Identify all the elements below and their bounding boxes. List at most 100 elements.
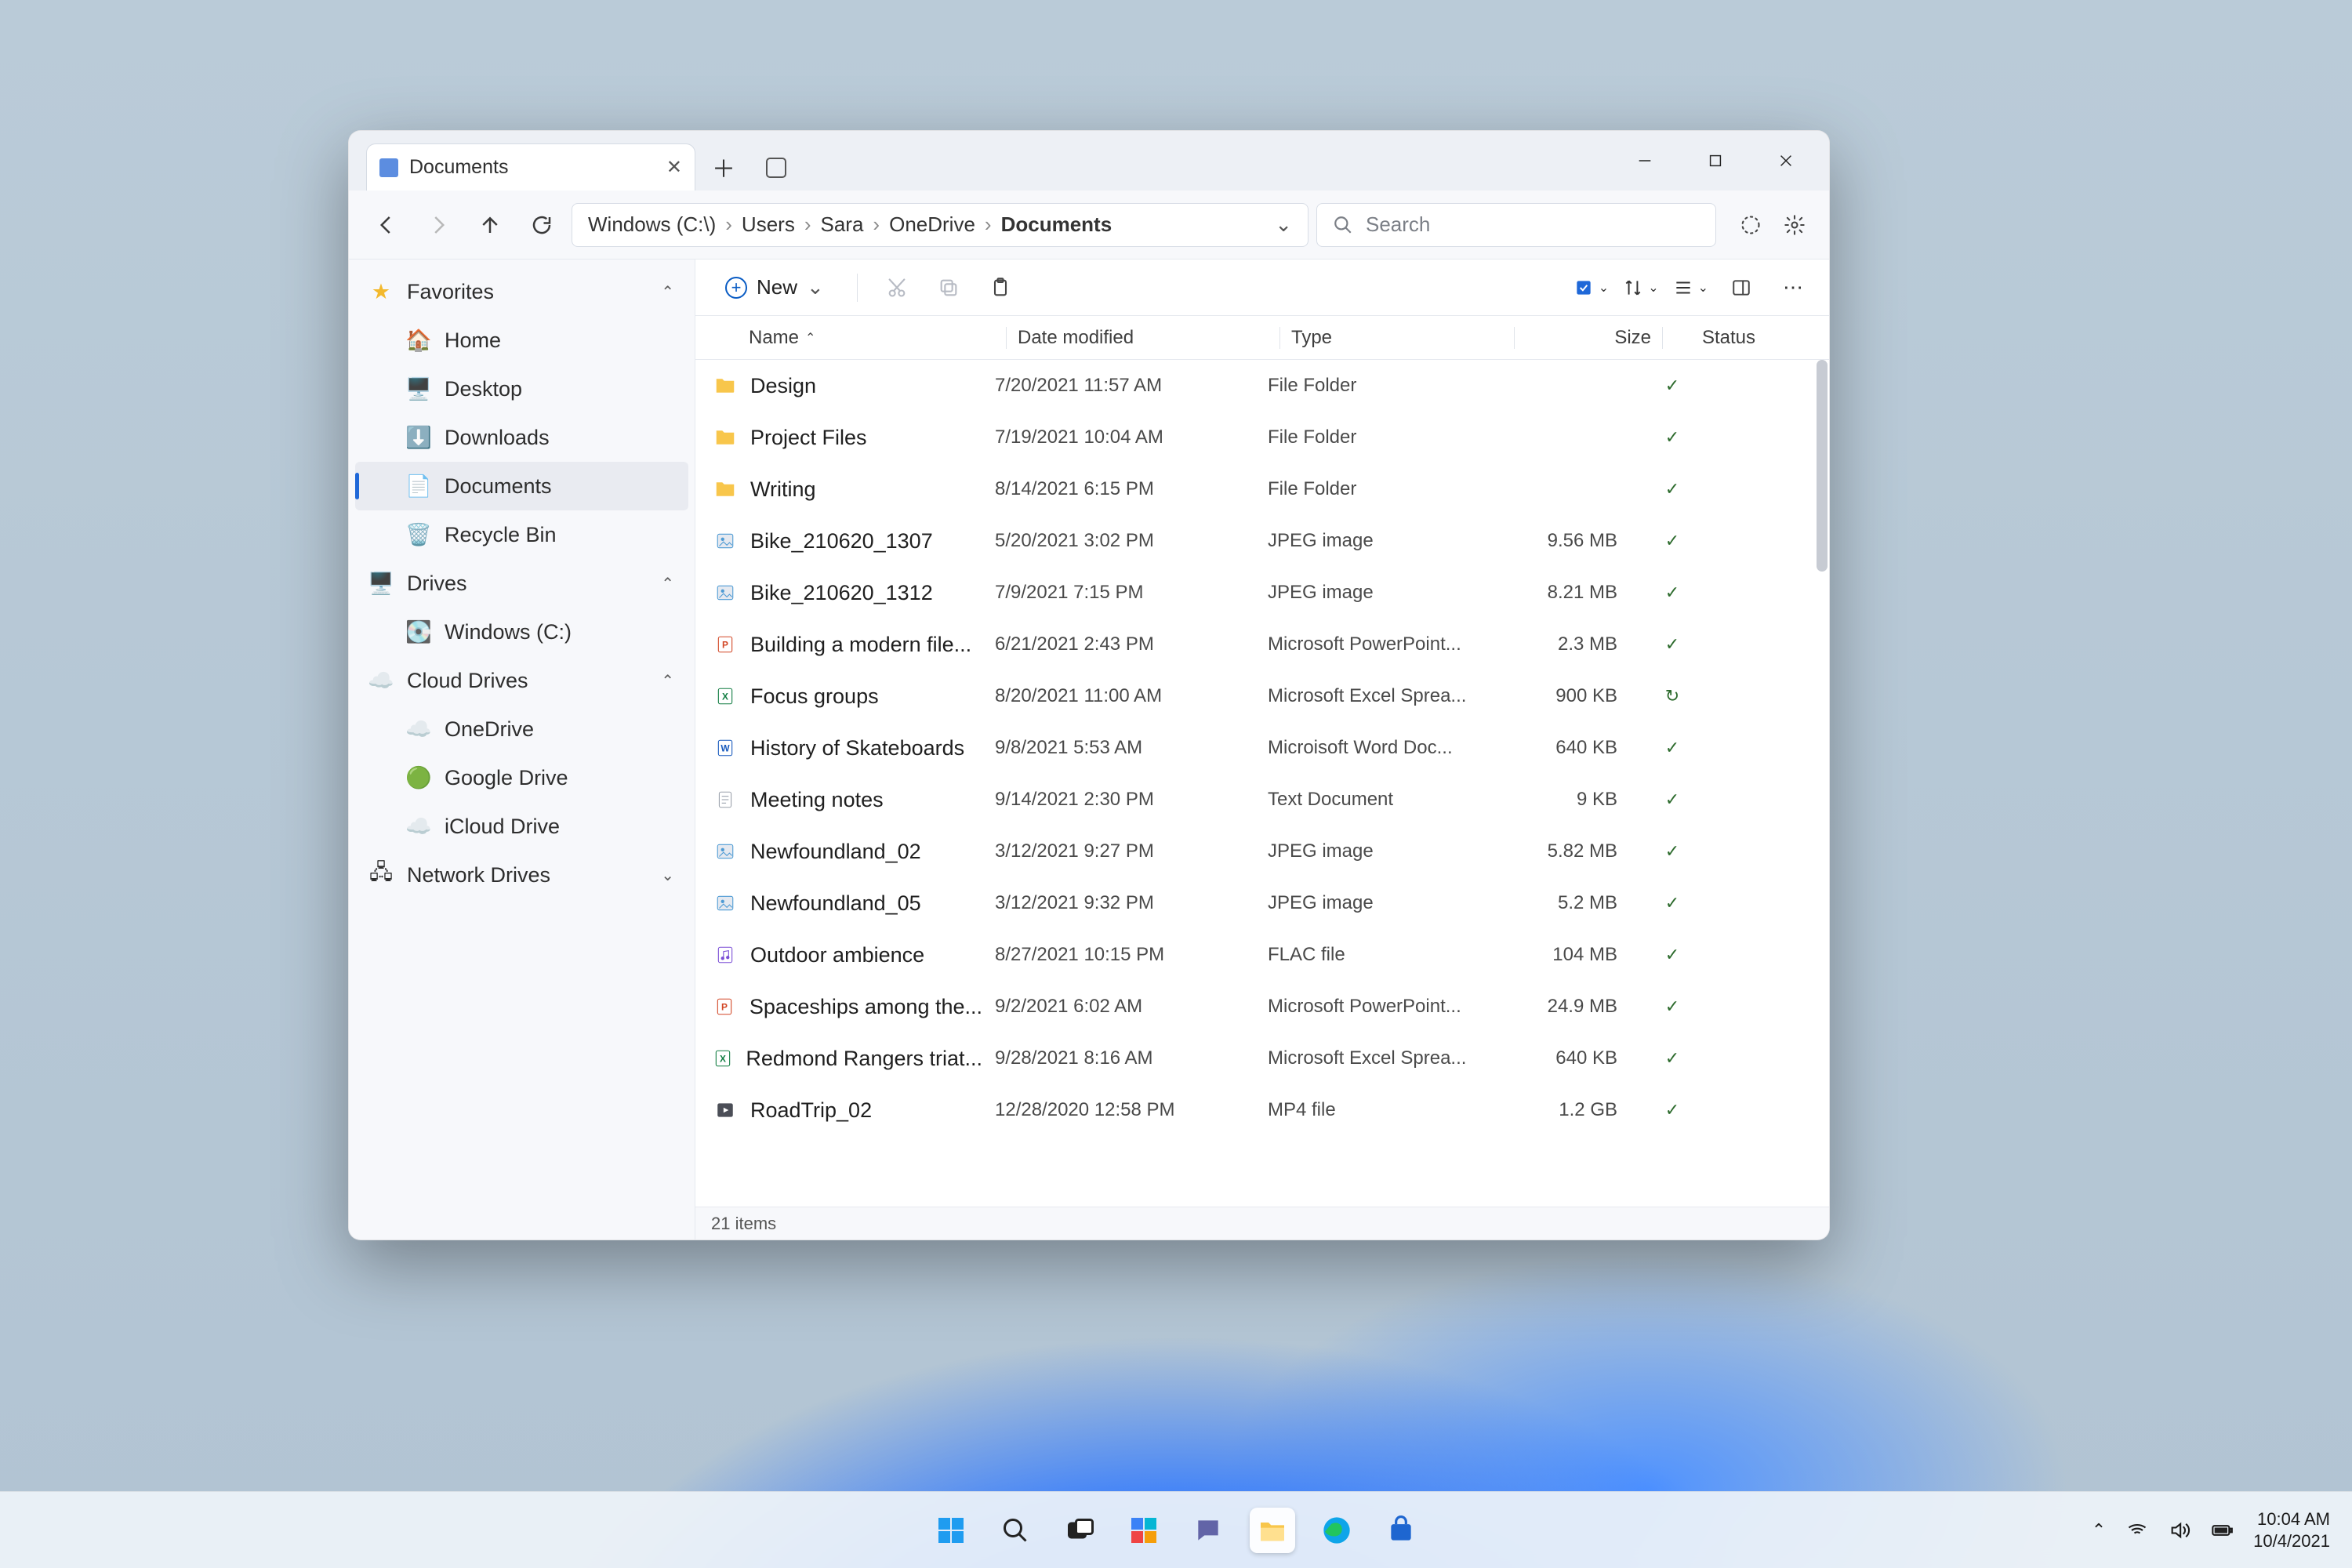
maximize-button[interactable]: [1680, 139, 1751, 183]
crumb-4[interactable]: Documents: [1001, 212, 1112, 237]
copy-button[interactable]: [930, 269, 967, 307]
file-date: 8/20/2021 11:00 AM: [995, 685, 1268, 707]
cut-button[interactable]: [878, 269, 916, 307]
sidebar-item-recycle-bin[interactable]: 🗑️Recycle Bin: [355, 510, 688, 559]
sidebar-item-downloads[interactable]: ⬇️Downloads: [355, 413, 688, 462]
image-icon: [713, 528, 738, 554]
file-row[interactable]: WHistory of Skateboards9/8/2021 5:53 AMM…: [695, 722, 1817, 774]
paste-button[interactable]: [982, 269, 1019, 307]
store-button[interactable]: [1378, 1508, 1424, 1553]
file-date: 9/2/2021 6:02 AM: [995, 996, 1268, 1018]
drive-icon: 💽: [407, 620, 430, 644]
file-row[interactable]: Design7/20/2021 11:57 AMFile Folder✓: [695, 360, 1817, 412]
new-button[interactable]: + New ⌄: [713, 269, 837, 307]
sidebar-item-desktop[interactable]: 🖥️Desktop: [355, 365, 688, 413]
file-explorer-button[interactable]: [1250, 1508, 1295, 1553]
file-row[interactable]: Bike_210620_13127/9/2021 7:15 PMJPEG ima…: [695, 567, 1817, 619]
video-icon: [713, 1098, 738, 1123]
file-row[interactable]: XRedmond Rangers triat...9/28/2021 8:16 …: [695, 1033, 1817, 1084]
loading-indicator-icon: [1732, 206, 1769, 244]
chevron-up-icon[interactable]: ⌃: [661, 574, 674, 593]
refresh-button[interactable]: [520, 203, 564, 247]
file-rows[interactable]: Design7/20/2021 11:57 AMFile Folder✓Proj…: [695, 360, 1829, 1207]
file-row[interactable]: Outdoor ambience8/27/2021 10:15 PMFLAC f…: [695, 929, 1817, 981]
sidebar-group-network[interactable]: 🖧 Network Drives ⌄: [355, 851, 688, 899]
file-type: Text Document: [1268, 789, 1492, 811]
file-name: History of Skateboards: [750, 736, 964, 760]
chevron-up-icon[interactable]: ⌃: [661, 282, 674, 302]
sidebar-item-home[interactable]: 🏠Home: [355, 316, 688, 365]
select-mode-button[interactable]: ⌄: [1573, 278, 1609, 298]
sort-button[interactable]: ⌄: [1623, 278, 1658, 298]
tab-close-button[interactable]: ✕: [666, 158, 682, 177]
col-size[interactable]: Size: [1526, 327, 1651, 349]
sidebar-item-icloud-drive[interactable]: ☁️iCloud Drive: [355, 802, 688, 851]
col-date[interactable]: Date modified: [1018, 327, 1269, 349]
crumb-0[interactable]: Windows (C:\): [588, 212, 716, 237]
file-row[interactable]: Newfoundland_023/12/2021 9:27 PMJPEG ima…: [695, 826, 1817, 877]
file-row[interactable]: PSpaceships among the...9/2/2021 6:02 AM…: [695, 981, 1817, 1033]
recycle-icon: 🗑️: [407, 523, 430, 546]
col-name[interactable]: Name⌃: [713, 327, 995, 349]
close-window-button[interactable]: [1751, 139, 1821, 183]
crumb-2[interactable]: Sara: [821, 212, 864, 237]
battery-icon[interactable]: [2211, 1519, 2233, 1541]
taskbar[interactable]: ⌃ 10:04 AM 10/4/2021: [0, 1491, 2352, 1568]
file-row[interactable]: Project Files7/19/2021 10:04 AMFile Fold…: [695, 412, 1817, 463]
col-type[interactable]: Type: [1291, 327, 1503, 349]
tab-documents[interactable]: Documents ✕: [366, 143, 695, 191]
view-button[interactable]: ⌄: [1673, 278, 1708, 298]
file-row[interactable]: Meeting notes9/14/2021 2:30 PMText Docum…: [695, 774, 1817, 826]
chat-button[interactable]: [1185, 1508, 1231, 1553]
settings-button[interactable]: [1776, 206, 1813, 244]
wifi-icon[interactable]: [2126, 1519, 2148, 1541]
widgets-button[interactable]: [1121, 1508, 1167, 1553]
forward-button[interactable]: [416, 203, 460, 247]
minimize-button[interactable]: [1610, 139, 1680, 183]
file-row[interactable]: XFocus groups8/20/2021 11:00 AMMicrosoft…: [695, 670, 1817, 722]
sidebar-item-windows-c-[interactable]: 💽Windows (C:): [355, 608, 688, 656]
task-view-button[interactable]: [1057, 1508, 1102, 1553]
system-tray[interactable]: ⌃ 10:04 AM 10/4/2021: [2092, 1492, 2330, 1568]
tray-overflow-button[interactable]: ⌃: [2092, 1520, 2106, 1541]
file-name: Bike_210620_1312: [750, 581, 933, 605]
crumb-1[interactable]: Users: [742, 212, 795, 237]
taskbar-search-button[interactable]: [993, 1508, 1038, 1553]
file-row[interactable]: Newfoundland_053/12/2021 9:32 PMJPEG ima…: [695, 877, 1817, 929]
file-row[interactable]: RoadTrip_0212/28/2020 12:58 PMMP4 file1.…: [695, 1084, 1817, 1136]
more-button[interactable]: ⋯: [1774, 269, 1812, 307]
svg-text:W: W: [720, 742, 730, 753]
new-tab-button[interactable]: ＋: [710, 153, 738, 181]
file-row[interactable]: PBuilding a modern file...6/21/2021 2:43…: [695, 619, 1817, 670]
sidebar-group-favorites[interactable]: ★ Favorites ⌃: [355, 267, 688, 316]
sidebar-item-onedrive[interactable]: ☁️OneDrive: [355, 705, 688, 753]
file-name: Project Files: [750, 426, 867, 450]
search-box[interactable]: Search: [1316, 203, 1716, 247]
chevron-up-icon[interactable]: ⌃: [661, 671, 674, 691]
file-row[interactable]: Bike_210620_13075/20/2021 3:02 PMJPEG im…: [695, 515, 1817, 567]
sidebar-group-drives[interactable]: 🖥️ Drives ⌃: [355, 559, 688, 608]
taskbar-clock[interactable]: 10:04 AM 10/4/2021: [2253, 1508, 2330, 1552]
back-button[interactable]: [365, 203, 408, 247]
file-type: JPEG image: [1268, 582, 1492, 604]
up-button[interactable]: [468, 203, 512, 247]
file-row[interactable]: Writing8/14/2021 6:15 PMFile Folder✓: [695, 463, 1817, 515]
file-date: 3/12/2021 9:27 PM: [995, 840, 1268, 862]
sidebar-group-cloud[interactable]: ☁️ Cloud Drives ⌃: [355, 656, 688, 705]
tab-overview-button[interactable]: [766, 158, 786, 178]
network-icon: 🖧: [369, 863, 393, 887]
volume-icon[interactable]: [2169, 1519, 2190, 1541]
chevron-down-icon[interactable]: ⌄: [661, 866, 674, 885]
breadcrumb-dropdown[interactable]: ⌄: [1275, 212, 1292, 237]
details-pane-button[interactable]: [1722, 269, 1760, 307]
col-status[interactable]: Status: [1674, 327, 1784, 349]
crumb-3[interactable]: OneDrive: [889, 212, 975, 237]
edge-button[interactable]: [1314, 1508, 1359, 1553]
breadcrumb[interactable]: Windows (C:\)› Users› Sara› OneDrive› Do…: [572, 203, 1308, 247]
scrollbar-thumb[interactable]: [1817, 360, 1828, 572]
sidebar-item-documents[interactable]: 📄Documents: [355, 462, 688, 510]
titlebar[interactable]: Documents ✕ ＋: [349, 131, 1829, 191]
start-button[interactable]: [928, 1508, 974, 1553]
column-headers[interactable]: Name⌃ Date modified Type Size Status: [695, 316, 1829, 360]
sidebar-item-google-drive[interactable]: 🟢Google Drive: [355, 753, 688, 802]
